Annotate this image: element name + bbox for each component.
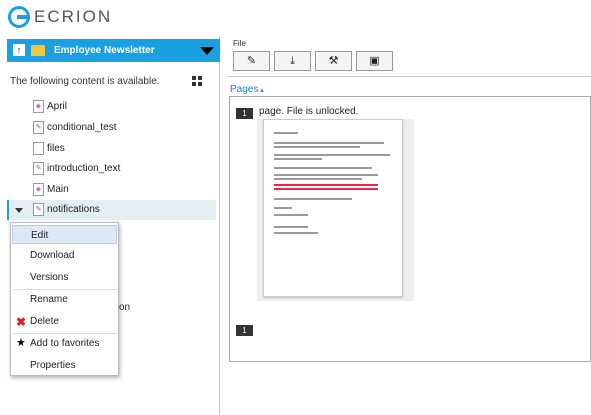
- text-line: [274, 174, 378, 176]
- page-preview[interactable]: [257, 119, 414, 301]
- menu-item-add-to-favorites[interactable]: ★ Add to favorites: [12, 334, 117, 353]
- menu-item-label: Add to favorites: [30, 338, 100, 349]
- chevron-down-icon[interactable]: [200, 47, 214, 55]
- page-settings-icon: ▣: [369, 55, 380, 67]
- tools-icon: ⚒: [328, 55, 339, 67]
- up-arrow-icon[interactable]: ↑: [13, 44, 25, 56]
- text-line: [274, 132, 298, 134]
- top-bar: ECRION: [0, 0, 591, 36]
- ecrion-logo: ECRION: [8, 6, 112, 28]
- text-line: [274, 226, 308, 228]
- document-icon: ◈: [33, 183, 44, 196]
- file-icon: [33, 142, 44, 155]
- menu-item-label: Edit: [31, 230, 49, 241]
- pencil-icon: ✎: [246, 55, 257, 67]
- tree-item-notifications[interactable]: ✎ notifications: [7, 200, 216, 220]
- menu-item-label: Delete: [30, 316, 59, 327]
- tree-item-label: April: [47, 101, 68, 112]
- download-button[interactable]: ⤓: [274, 51, 311, 71]
- text-line-red: [274, 188, 378, 190]
- project-banner[interactable]: ↑ Employee Newsletter: [7, 39, 220, 62]
- text-line: [274, 207, 292, 209]
- menu-item-edit[interactable]: Edit: [12, 225, 117, 244]
- page-thumbnail[interactable]: [263, 119, 403, 297]
- template-icon: ✎: [33, 121, 44, 134]
- download-icon: ⤓: [290, 55, 295, 67]
- star-icon: ★: [16, 337, 26, 349]
- expand-arrow-icon[interactable]: [15, 208, 23, 213]
- text-line: [274, 198, 352, 200]
- text-line-red: [274, 184, 378, 186]
- text-line: [274, 158, 322, 160]
- edit-button[interactable]: ✎: [233, 51, 270, 71]
- menu-item-label: Versions: [30, 272, 69, 283]
- lock-status-text: page. File is unlocked.: [259, 106, 359, 117]
- pages-title[interactable]: Pages ▴: [230, 84, 264, 95]
- text-line: [274, 146, 360, 148]
- tree-item-label: notifications: [47, 204, 100, 215]
- text-line: [274, 232, 318, 234]
- logo-icon: [8, 6, 30, 28]
- context-menu: Edit Download Versions Rename ✖ Delete ★…: [10, 222, 119, 376]
- menu-item-rename[interactable]: Rename: [12, 290, 117, 309]
- tree-item-files[interactable]: files: [0, 139, 220, 159]
- menu-item-download[interactable]: Download: [12, 246, 117, 265]
- pages-title-text: Pages: [230, 84, 259, 95]
- right-panel: File ✎ ⤓ ⚒ ▣ Pages ▴ 1 page. File is unl…: [221, 36, 591, 415]
- tree-item-label: Main: [47, 184, 69, 195]
- pages-preview-panel: 1 page. File is unlocked. 1: [229, 96, 591, 362]
- preview-button[interactable]: ▣: [356, 51, 393, 71]
- delete-x-icon: ✖: [16, 315, 27, 329]
- selection-marker: [7, 200, 9, 220]
- document-icon: ◈: [33, 100, 44, 113]
- text-line: [274, 154, 390, 156]
- menu-item-versions[interactable]: Versions: [12, 268, 117, 287]
- template-icon: ✎: [33, 162, 44, 175]
- template-icon: ✎: [33, 203, 44, 216]
- tree-item-label: introduction_text: [47, 163, 121, 174]
- banner-title: Employee Newsletter: [54, 45, 155, 56]
- toolbar-divider: [227, 76, 591, 77]
- text-line: [274, 142, 384, 144]
- text-line: [274, 178, 362, 180]
- collapse-icon[interactable]: ▴: [258, 87, 264, 94]
- text-line: [274, 167, 372, 169]
- tree-item-label: conditional_test: [47, 122, 117, 133]
- tree-item-introduction-text[interactable]: ✎ introduction_text: [0, 159, 220, 179]
- page-number-badge: 1: [236, 325, 253, 336]
- tree-item-conditional-test[interactable]: ✎ conditional_test: [0, 118, 220, 138]
- menu-item-delete[interactable]: ✖ Delete: [12, 312, 117, 331]
- menu-item-label: Download: [30, 250, 75, 261]
- menu-item-properties[interactable]: Properties: [12, 356, 117, 375]
- obscured-item-text: on: [119, 302, 131, 313]
- folder-icon: [31, 45, 45, 56]
- tree-item-april[interactable]: ◈ April: [0, 97, 220, 117]
- text-line: [274, 214, 308, 216]
- grid-view-icon[interactable]: [192, 76, 202, 86]
- menu-item-label: Properties: [30, 360, 76, 371]
- toolbar-group-label: File: [233, 39, 246, 48]
- availability-text: The following content is available.: [10, 76, 160, 87]
- logo-text: ECRION: [34, 7, 113, 26]
- menu-item-label: Rename: [30, 294, 68, 305]
- tree-item-main[interactable]: ◈ Main: [0, 180, 220, 200]
- tools-button[interactable]: ⚒: [315, 51, 352, 71]
- tree-item-label: files: [47, 143, 65, 154]
- page-number-badge: 1: [236, 108, 253, 119]
